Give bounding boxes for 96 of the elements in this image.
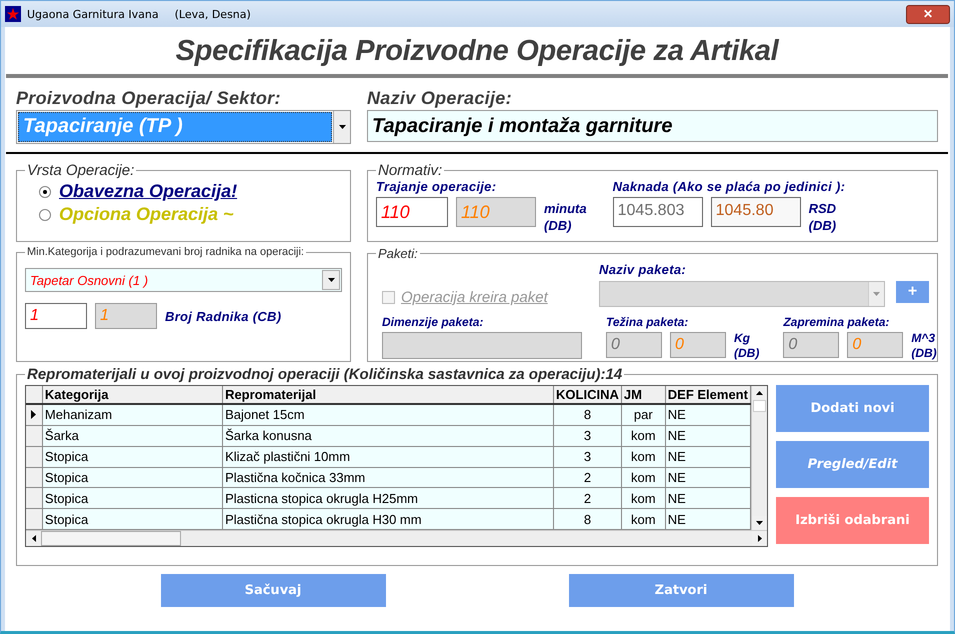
weight-db-field: 0 [670, 332, 726, 358]
operation-name-field[interactable]: Tapaciranje i montaža garniture [367, 110, 938, 142]
table-cell: NE [665, 425, 750, 446]
row-pointer-icon [31, 410, 36, 420]
table-cell: Stopica [42, 467, 223, 488]
footer-button[interactable]: Sačuvaj [160, 574, 386, 607]
scroll-down-icon [756, 521, 763, 525]
duration-db-field: 110 [456, 197, 536, 227]
dropdown-arrow-icon [873, 292, 880, 296]
unit-label: minuta [544, 200, 587, 217]
table-cell: 2 [554, 488, 622, 509]
action-button[interactable]: Dodati novi [776, 385, 929, 432]
field-label: Naknada (Ako se plaća po jedinici ): [612, 179, 846, 194]
window-subtitle: (Leva, Desna) [174, 8, 251, 20]
add-package-button[interactable]: + [896, 281, 929, 303]
form-heading: Specifikacija Proizvodne Operacije za Artikal [174, 35, 780, 68]
field-label: Naziv Operacije: [367, 88, 513, 109]
table-cell: Stopica [42, 508, 223, 530]
table-cell: Plastična stopica okrugla H30 mm [222, 508, 554, 530]
table-cell: Mehanizam [42, 404, 223, 426]
column-header[interactable]: KOLICINA [554, 386, 622, 404]
table-cell: NE [665, 488, 750, 509]
vertical-scrollbar[interactable] [751, 386, 767, 530]
table-cell: Plasticna stopica okrugla H25mm [222, 488, 554, 509]
table-cell: kom [621, 425, 666, 446]
field-label: Težina paketa: [606, 315, 690, 329]
fee-field[interactable]: 1045.803 [612, 197, 703, 227]
radio-option[interactable]: Obavezna Operacija! [25, 181, 342, 202]
unit-label: (DB) [544, 217, 572, 234]
unit-label: Kg [734, 331, 751, 346]
package-name-dropdown[interactable] [599, 281, 885, 307]
table-cell: Šarka [42, 425, 223, 446]
action-button[interactable]: Izbriši odabrani [776, 497, 929, 544]
field-label: Trajanje operacije: [376, 179, 498, 194]
table-cell: 3 [554, 425, 622, 446]
column-header[interactable]: JM [621, 386, 666, 404]
table-cell: 3 [554, 446, 622, 467]
window-title: Ugaona Garnitura Ivana [27, 8, 159, 20]
operation-dropdown[interactable]: Tapaciranje (TP ) [16, 110, 351, 144]
table-cell: Stopica [42, 488, 223, 509]
scroll-left-icon [32, 535, 36, 542]
unit-label: (DB) [808, 217, 836, 234]
field-label: Broj Radnika (CB) [165, 308, 282, 324]
unit-label: (DB) [734, 346, 760, 361]
table-cell: Šarka konusna [222, 425, 554, 446]
fee-db-field: 1045.80 [710, 197, 801, 227]
table-cell: Bajonet 15cm [222, 404, 554, 426]
table-cell: Plastična kočnica 33mm [222, 467, 554, 488]
action-button[interactable]: Pregled/Edit [776, 441, 929, 488]
column-header[interactable]: Kategorija [42, 386, 223, 404]
table-cell: kom [621, 467, 666, 488]
field-label: Zapremina paketa: [783, 315, 890, 329]
worker-count-field[interactable]: 1 [25, 303, 87, 329]
table-cell: NE [665, 404, 750, 426]
group-legend: Repromaterijali u ovoj proizvodnoj operaciji (Količinska sastavnica za operaciju):14 [25, 366, 624, 383]
column-header[interactable]: Repromaterijal [222, 386, 554, 404]
column-header[interactable]: DEF Element [665, 386, 750, 404]
table-cell: 2 [554, 467, 622, 488]
table-cell: par [621, 404, 666, 426]
volume-field: 0 [783, 332, 840, 358]
field-label: Proizvodna Operacija/ Sektor: [16, 88, 282, 109]
table-cell: kom [621, 508, 666, 530]
table-cell: 8 [554, 404, 622, 426]
dropdown-arrow-icon [338, 125, 346, 129]
unit-label: (DB) [911, 346, 937, 361]
field-label: Naziv paketa: [599, 262, 686, 277]
table-cell: NE [665, 446, 750, 467]
table-cell: NE [665, 508, 750, 530]
horizontal-scrollbar[interactable] [26, 530, 767, 546]
worker-count-db-field: 1 [95, 303, 157, 329]
category-dropdown[interactable]: Tapetar Osnovni (1 ) [25, 268, 342, 292]
table-cell: 8 [554, 508, 622, 530]
duration-field[interactable]: 110 [376, 197, 448, 227]
table-cell: kom [621, 446, 666, 467]
group-legend: Paketi: [376, 246, 420, 261]
close-button[interactable]: ✕ [906, 4, 950, 24]
package-checkbox[interactable]: Operacija kreira paket [382, 289, 548, 306]
group-legend: Vrsta Operacije: [25, 162, 136, 179]
star-icon [5, 6, 21, 22]
table-cell: Stopica [42, 446, 223, 467]
weight-field: 0 [606, 332, 662, 358]
scroll-thumb[interactable] [41, 531, 181, 546]
scroll-thumb[interactable] [753, 400, 766, 412]
table-cell: kom [621, 488, 666, 509]
group-legend: Min.Kategorija i podrazumevani broj radnika na operaciji: [25, 246, 306, 258]
scroll-up-icon [756, 391, 763, 395]
group-legend: Normativ: [376, 162, 444, 179]
scroll-right-icon [758, 535, 762, 542]
unit-label: M^3 [911, 331, 936, 346]
volume-db-field: 0 [847, 332, 904, 358]
field-label: Dimenzije paketa: [382, 315, 484, 329]
table-cell: Klizač plastični 10mm [222, 446, 554, 467]
footer-button[interactable]: Zatvori [568, 574, 794, 607]
unit-label: RSD [808, 200, 836, 217]
table-cell: NE [665, 467, 750, 488]
dropdown-arrow-icon [328, 278, 334, 282]
